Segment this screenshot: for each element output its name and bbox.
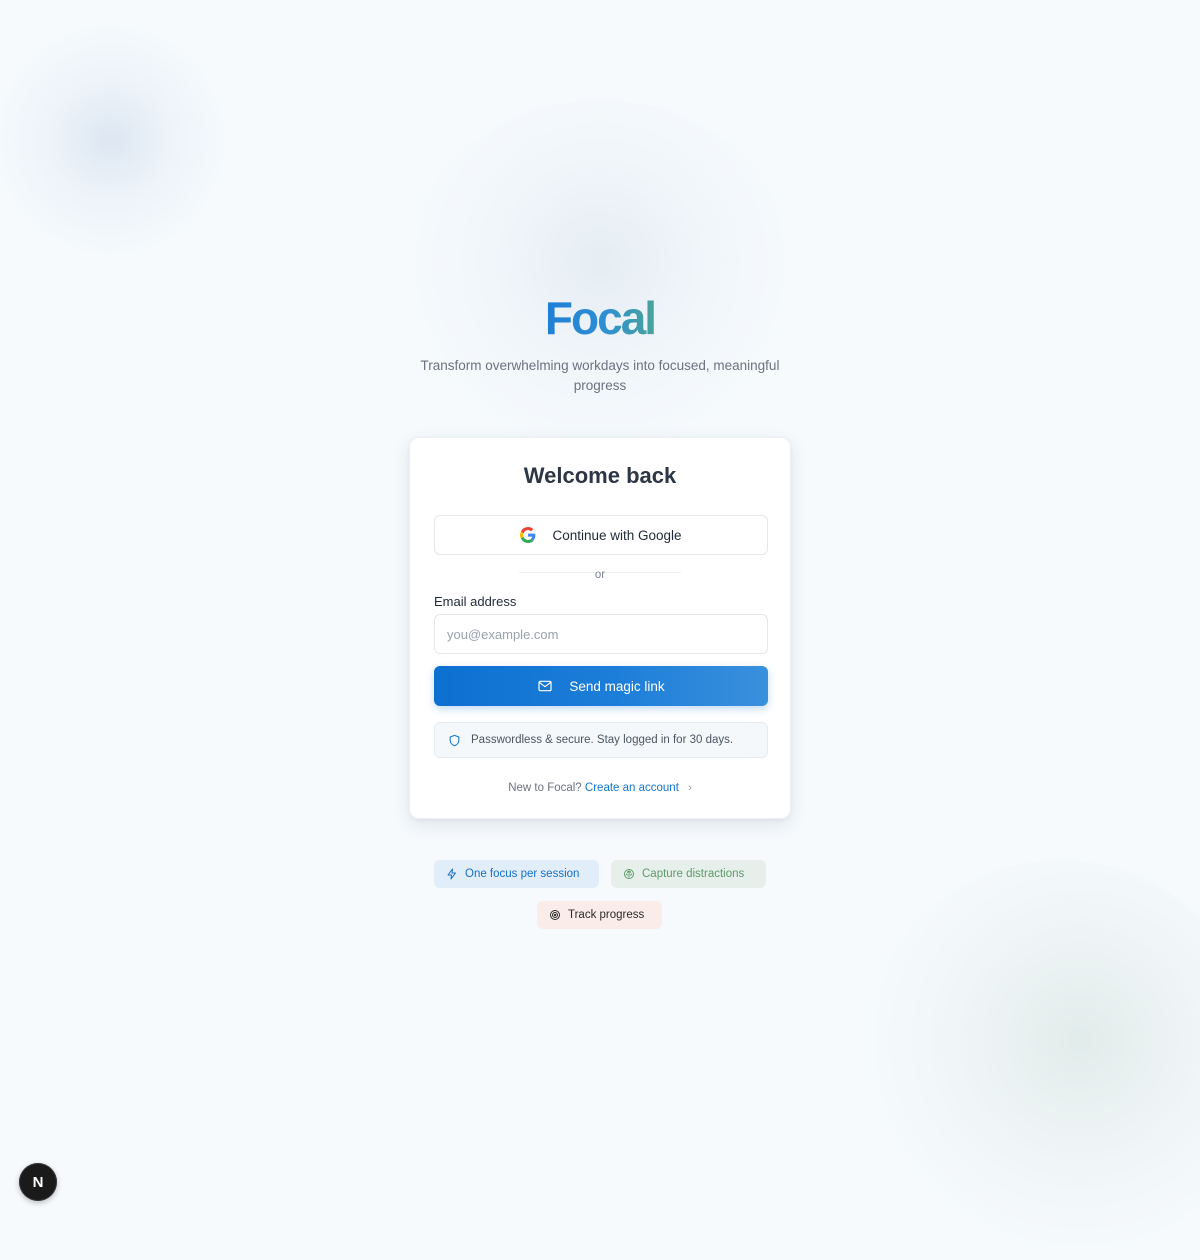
google-button-label: Continue with Google [552, 527, 682, 543]
target-icon [550, 910, 560, 920]
brand-logo: Focal [544, 292, 657, 344]
send-magic-link-button[interactable]: Send magic link [434, 666, 768, 706]
feature-label: Capture distractions [642, 868, 745, 880]
lightning-icon [447, 868, 456, 880]
shield-icon [449, 734, 460, 746]
feature-pill-capture-distractions: Capture distractions [611, 860, 766, 888]
email-label: Email address [434, 594, 517, 609]
create-account-link[interactable]: Create an account [585, 782, 679, 794]
mail-icon [538, 680, 552, 692]
magic-link-label: Send magic link [569, 678, 665, 694]
tagline: Transform overwhelming workdays into foc… [420, 358, 780, 393]
continue-with-google-button[interactable]: Continue with Google [434, 515, 768, 555]
background-blob-top-left [0, 20, 230, 260]
hero: Focal Transform overwhelming workdays in… [0, 290, 1200, 396]
or-divider: or [434, 565, 766, 581]
card-title: Welcome back [523, 463, 677, 488]
nextjs-dev-badge[interactable]: N [19, 1163, 57, 1201]
feature-pill-one-focus: One focus per session [434, 860, 599, 888]
background-blob-center [400, 100, 800, 460]
signup-row: New to Focal? Create an account › [434, 782, 766, 794]
feature-label: Track progress [568, 909, 645, 921]
brain-icon [624, 869, 634, 879]
chevron-right-icon: › [688, 782, 692, 794]
feature-pill-track-progress: Track progress [537, 901, 662, 929]
login-card: Welcome back Continue with Google or Ema… [409, 437, 791, 819]
nextjs-icon: N [32, 1173, 44, 1191]
signup-prompt: New to Focal? [508, 782, 582, 794]
security-note-text: Passwordless & secure. Stay logged in fo… [471, 734, 734, 746]
background-blob-bottom-right [860, 860, 1200, 1260]
divider-text: or [594, 569, 606, 581]
security-note: Passwordless & secure. Stay logged in fo… [434, 722, 768, 758]
google-icon [520, 527, 536, 543]
email-input[interactable] [434, 614, 768, 654]
feature-label: One focus per session [465, 868, 580, 880]
